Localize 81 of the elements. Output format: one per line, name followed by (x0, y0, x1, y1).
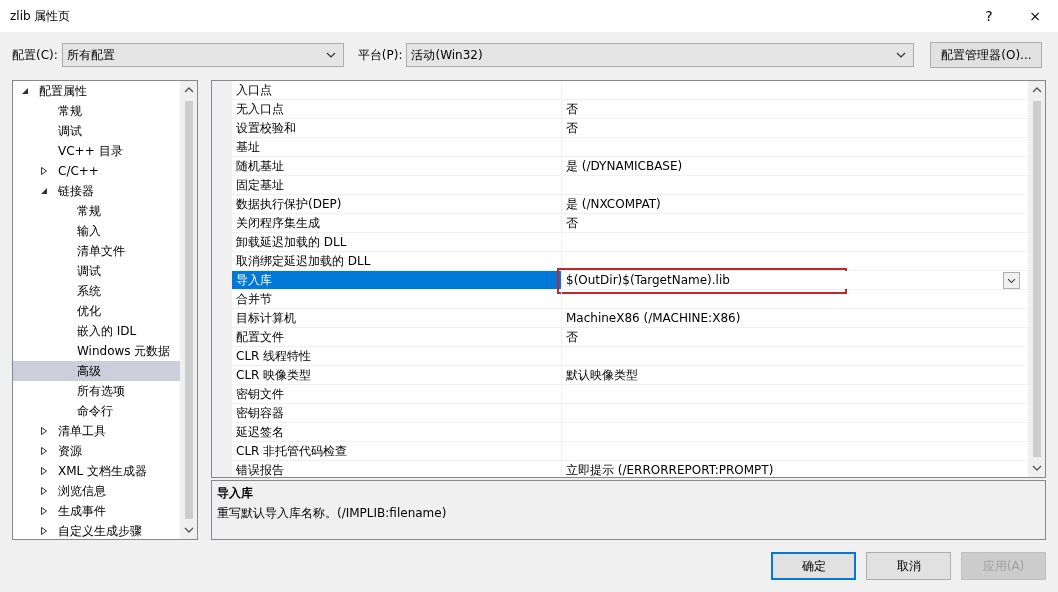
collapsed-icon[interactable] (40, 507, 48, 515)
description-text: 重写默认导入库名称。(/IMPLIB:filename) (217, 506, 447, 520)
property-value: 默认映像类型 (565, 367, 639, 384)
property-value: 是 (/DYNAMICBASE) (565, 158, 684, 175)
configuration-manager-button[interactable]: 配置管理器(O)... (930, 42, 1043, 68)
property-value: 否 (565, 329, 579, 346)
dropdown-button[interactable] (1003, 271, 1020, 289)
tree-item[interactable]: 生成事件 (13, 501, 180, 521)
tree-item[interactable]: 清单工具 (13, 421, 180, 441)
scrollbar[interactable] (180, 81, 197, 539)
property-value: 否 (565, 120, 579, 137)
tree-item[interactable]: 清单文件 (13, 241, 180, 261)
tree-item[interactable]: VC++ 目录 (13, 141, 180, 161)
property-name[interactable]: 卸载延迟加载的 DLL (232, 233, 562, 251)
scroll-down-icon (1031, 463, 1042, 473)
property-name[interactable]: CLR 线程特性 (232, 347, 562, 365)
property-name[interactable]: CLR 非托管代码检查 (232, 442, 562, 460)
tree-item[interactable]: 配置属性 (13, 81, 180, 101)
property-name[interactable]: 无入口点 (232, 100, 562, 118)
property-name[interactable]: 错误报告 (232, 461, 562, 477)
property-value: 否 (565, 215, 579, 232)
scrollbar[interactable] (1028, 81, 1045, 477)
collapsed-icon[interactable] (40, 447, 48, 455)
property-value: 立即提示 (/ERRORREPORT:PROMPT) (565, 462, 775, 477)
tree-item[interactable]: 常规 (13, 201, 180, 221)
tree-item[interactable]: 嵌入的 IDL (13, 321, 180, 341)
collapsed-icon[interactable] (40, 167, 48, 175)
tree-item[interactable]: 自定义生成步骤 (13, 521, 180, 539)
property-name[interactable]: 导入库 (232, 271, 562, 289)
property-name[interactable]: 目标计算机 (232, 309, 562, 327)
scroll-down-icon (183, 525, 194, 535)
tree-item[interactable]: 高级 (13, 361, 180, 381)
tree-item[interactable]: 调试 (13, 261, 180, 281)
property-value: 是 (/NXCOMPAT) (565, 196, 662, 213)
dialog-button[interactable]: 取消 (866, 552, 951, 580)
tree-item[interactable]: Windows 元数据 (13, 341, 180, 361)
property-name[interactable]: 设置校验和 (232, 119, 562, 137)
dialog-button[interactable]: 确定 (771, 552, 856, 580)
tree-item[interactable]: XML 文档生成器 (13, 461, 180, 481)
platform-label: 平台(P): (357, 46, 403, 64)
tree-item[interactable]: 系统 (13, 281, 180, 301)
tree-item[interactable]: 输入 (13, 221, 180, 241)
expanded-icon[interactable] (21, 87, 29, 95)
property-value: 否 (565, 101, 579, 118)
config-label: 配置(C): (12, 46, 58, 64)
property-name[interactable]: 延迟签名 (232, 423, 562, 441)
collapsed-icon[interactable] (40, 487, 48, 495)
tree-item[interactable]: C/C++ (13, 161, 180, 181)
property-name[interactable]: CLR 映像类型 (232, 366, 562, 384)
window-title: zlib 属性页 (10, 7, 72, 25)
tree-item[interactable]: 资源 (13, 441, 180, 461)
collapsed-icon[interactable] (40, 427, 48, 435)
tree-item[interactable]: 所有选项 (13, 381, 180, 401)
tree-item[interactable]: 调试 (13, 121, 180, 141)
property-name[interactable]: 关闭程序集生成 (232, 214, 562, 232)
tree-item[interactable]: 链接器 (13, 181, 180, 201)
property-name[interactable]: 配置文件 (232, 328, 562, 346)
collapsed-icon[interactable] (40, 467, 48, 475)
expanded-icon[interactable] (40, 187, 48, 195)
tree-item[interactable]: 优化 (13, 301, 180, 321)
property-name[interactable]: 密钥容器 (232, 404, 562, 422)
property-name[interactable]: 基址 (232, 138, 562, 156)
scroll-up-icon (183, 85, 194, 95)
close-button[interactable]: × (1012, 0, 1058, 32)
scroll-up-icon (1031, 85, 1042, 95)
property-name[interactable]: 固定基址 (232, 176, 562, 194)
tree-item[interactable]: 浏览信息 (13, 481, 180, 501)
property-name[interactable]: 取消绑定延迟加载的 DLL (232, 252, 562, 270)
property-name[interactable]: 入口点 (232, 81, 562, 99)
property-value: MachineX86 (/MACHINE:X86) (565, 310, 742, 327)
property-name[interactable]: 数据执行保护(DEP) (232, 195, 562, 213)
collapsed-icon[interactable] (40, 527, 48, 535)
config-dropdown[interactable]: 所有配置 (61, 43, 344, 67)
property-name[interactable]: 密钥文件 (232, 385, 562, 403)
tree-item[interactable]: 命令行 (13, 401, 180, 421)
platform-dropdown[interactable]: 活动(Win32) (406, 43, 915, 67)
property-name[interactable]: 合并节 (232, 290, 562, 308)
description-title: 导入库 (217, 486, 253, 500)
tree-item[interactable]: 常规 (13, 101, 180, 121)
property-name[interactable]: 随机基址 (232, 157, 562, 175)
help-button[interactable]: ? (966, 0, 1012, 32)
